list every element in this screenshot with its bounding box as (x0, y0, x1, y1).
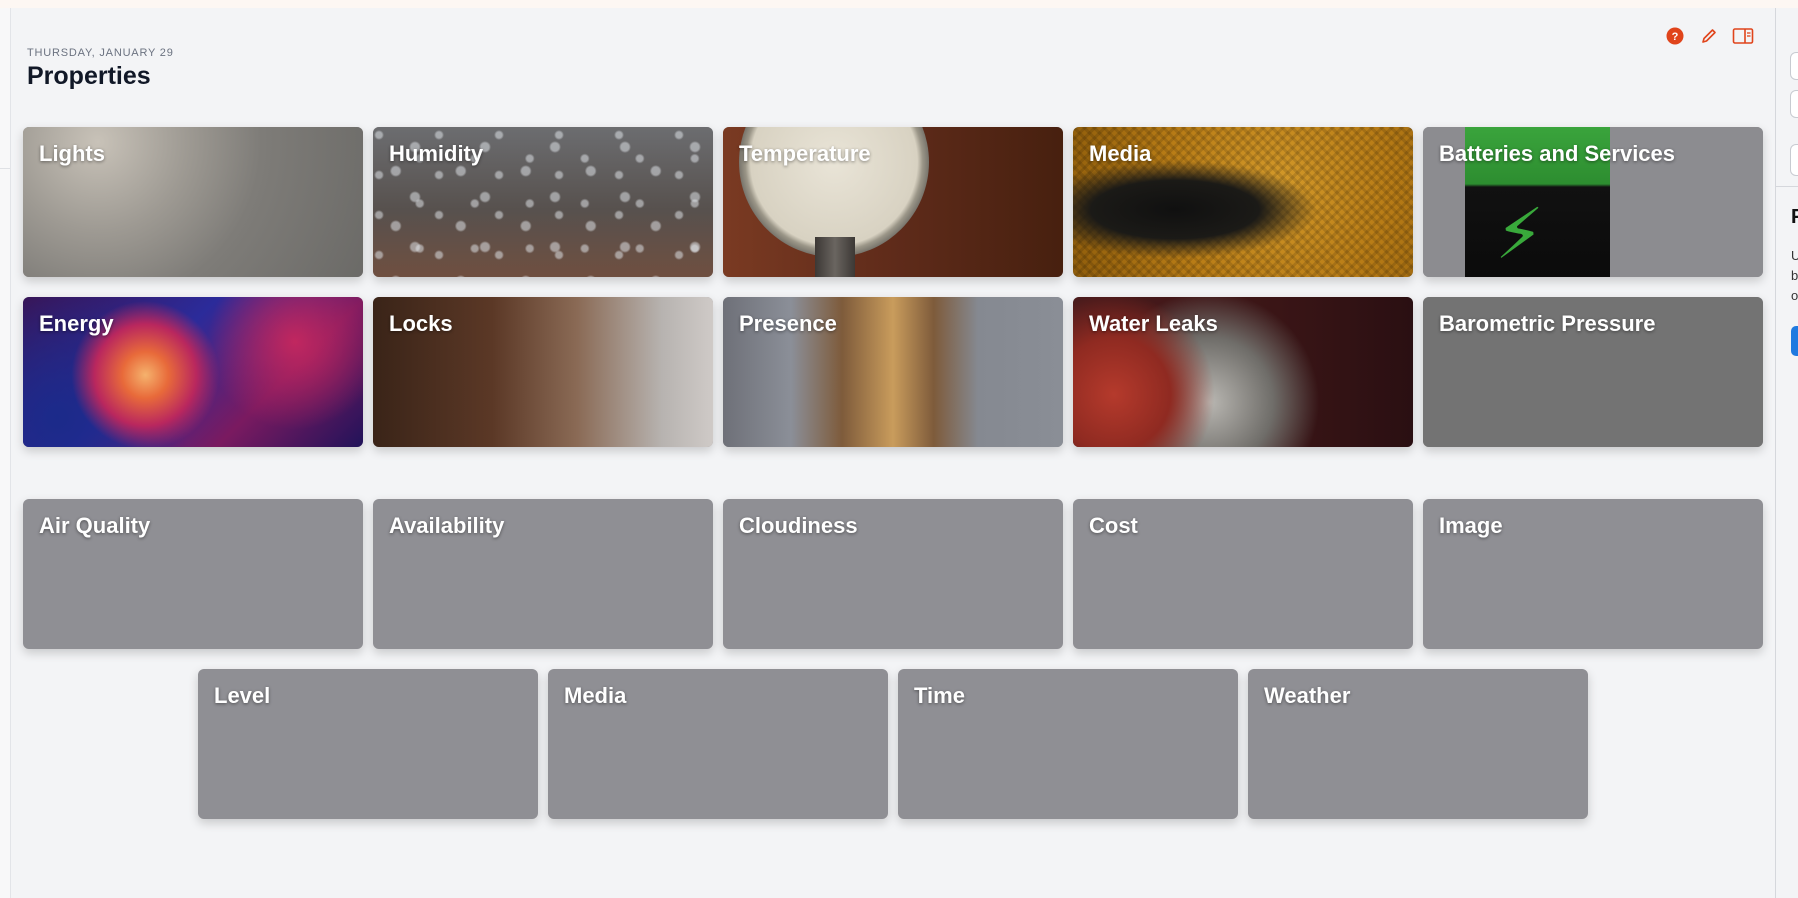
tile-barometric-pressure[interactable]: Barometric Pressure (1423, 297, 1763, 447)
tile-temperature[interactable]: Temperature (723, 127, 1063, 277)
tile-locks[interactable]: Locks (373, 297, 713, 447)
tile-label: Humidity (389, 141, 484, 166)
side-panel-heading: P (1791, 206, 1798, 229)
tile-label: Water Leaks (1089, 311, 1218, 336)
tile-time[interactable]: Time (898, 669, 1238, 819)
tile-label: Weather (1264, 683, 1351, 708)
tile-label: Media (564, 683, 627, 708)
tile-label: Cloudiness (739, 513, 858, 538)
sidebar-toggle-icon[interactable] (1732, 25, 1754, 47)
tile-humidity[interactable]: Humidity (373, 127, 713, 277)
left-rail-divider (0, 128, 10, 169)
toolbar: ? (1664, 25, 1754, 47)
tile-row: Energy Locks Presence Water Leaks Barome… (23, 297, 1763, 447)
tile-cloudiness[interactable]: Cloudiness (723, 499, 1063, 649)
tile-label: Temperature (739, 141, 871, 166)
tile-label: Locks (389, 311, 453, 336)
side-panel-text: b (1791, 268, 1798, 283)
top-strip (0, 0, 1798, 8)
tile-media-2[interactable]: Media (548, 669, 888, 819)
page-header: THURSDAY, JANUARY 29 Properties (27, 47, 174, 91)
tile-presence[interactable]: Presence (723, 297, 1063, 447)
tile-label: Cost (1089, 513, 1138, 538)
side-panel-button[interactable] (1791, 326, 1798, 356)
tile-availability[interactable]: Availability (373, 499, 713, 649)
tile-label: Time (914, 683, 965, 708)
gauge-stem-graphic (815, 237, 855, 277)
tile-label: Barometric Pressure (1439, 311, 1656, 336)
help-icon[interactable]: ? (1664, 25, 1686, 47)
tile-row: Level Media Time Weather (198, 669, 1588, 819)
tile-label: Air Quality (39, 513, 151, 538)
tile-energy[interactable]: Energy (23, 297, 363, 447)
svg-text:?: ? (1672, 31, 1679, 43)
tile-cost[interactable]: Cost (1073, 499, 1413, 649)
tile-row: Lights Humidity Temperature Media ⚡ Batte… (23, 127, 1763, 277)
tile-batteries-and-services[interactable]: ⚡ Batteries and Services (1423, 127, 1763, 277)
bolt-icon: ⚡ (1495, 195, 1545, 273)
tile-label: Media (1089, 141, 1152, 166)
page-title: Properties (27, 62, 151, 90)
tile-label: Level (214, 683, 271, 708)
tile-air-quality[interactable]: Air Quality (23, 499, 363, 649)
main-content: THURSDAY, JANUARY 29 Properties ? Lights… (11, 8, 1775, 898)
tile-label: Energy (39, 311, 114, 336)
side-panel-text: U (1791, 248, 1798, 263)
side-panel-text: o (1791, 288, 1798, 303)
tile-label: Availability (389, 513, 505, 538)
side-panel-divider (1776, 186, 1798, 187)
tile-label: Batteries and Services (1439, 141, 1676, 166)
side-panel-field[interactable] (1790, 144, 1798, 176)
tile-label: Image (1439, 513, 1503, 538)
tile-water-leaks[interactable]: Water Leaks (1073, 297, 1413, 447)
edit-pencil-icon[interactable] (1698, 25, 1720, 47)
tile-label: Presence (739, 311, 837, 336)
side-panel-field[interactable] (1790, 90, 1798, 118)
tile-label: Lights (39, 141, 105, 166)
left-rail (0, 8, 11, 898)
tile-image[interactable]: Image (1423, 499, 1763, 649)
side-panel: P U b o (1775, 8, 1798, 898)
tile-level[interactable]: Level (198, 669, 538, 819)
page-date: THURSDAY, JANUARY 29 (27, 47, 174, 59)
tile-media[interactable]: Media (1073, 127, 1413, 277)
tile-row: Air Quality Availability Cloudiness Cost… (23, 499, 1763, 649)
tile-lights[interactable]: Lights (23, 127, 363, 277)
tile-weather[interactable]: Weather (1248, 669, 1588, 819)
side-panel-field[interactable] (1790, 52, 1798, 80)
